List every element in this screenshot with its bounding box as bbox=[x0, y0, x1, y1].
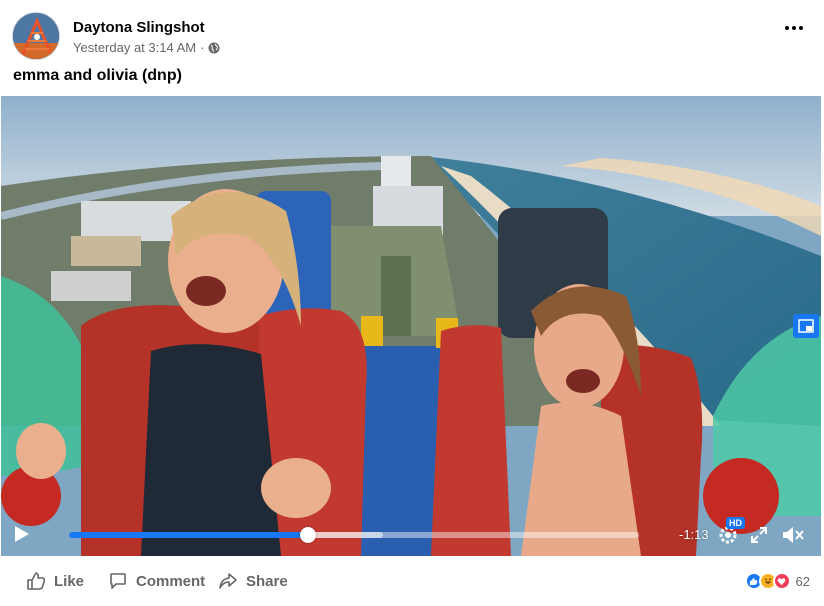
scrubber-knob[interactable] bbox=[300, 527, 317, 543]
dot-icon bbox=[799, 26, 803, 30]
globe-icon bbox=[208, 42, 220, 53]
play-icon[interactable] bbox=[15, 526, 29, 542]
post-caption: emma and olivia (dnp) bbox=[13, 67, 182, 84]
video-progress-bar[interactable] bbox=[69, 527, 639, 543]
volume-muted-icon[interactable] bbox=[781, 524, 805, 546]
heart-icon bbox=[777, 577, 786, 585]
share-label: Share bbox=[246, 572, 288, 590]
reaction-count: 62 bbox=[795, 573, 810, 589]
laughing-face-icon bbox=[764, 578, 771, 584]
comment-label: Comment bbox=[136, 572, 206, 590]
comment-button[interactable]: Comment bbox=[108, 571, 205, 591]
dot-icon bbox=[785, 26, 789, 30]
slingshot-logo-icon bbox=[13, 13, 59, 59]
page-avatar[interactable] bbox=[12, 12, 60, 60]
played-bar bbox=[69, 532, 309, 538]
share-arrow-icon bbox=[219, 573, 237, 589]
post-card: Daytona Slingshot Yesterday at 3:14 AM ·… bbox=[0, 0, 824, 606]
post-meta: Yesterday at 3:14 AM · bbox=[73, 40, 220, 55]
time-remaining: -1:13 bbox=[679, 527, 709, 542]
like-button[interactable]: Like bbox=[26, 571, 84, 591]
post-actions: Like Comment Share 62 bbox=[0, 556, 824, 606]
picture-in-picture-icon[interactable] bbox=[793, 314, 819, 338]
fullscreen-icon[interactable] bbox=[749, 525, 769, 545]
reactions-summary[interactable]: 62 bbox=[744, 572, 810, 590]
comment-bubble-icon bbox=[110, 573, 126, 589]
love-reaction-icon bbox=[772, 572, 791, 590]
video-player[interactable]: -1:13 HD bbox=[1, 96, 821, 556]
dot-icon bbox=[792, 26, 796, 30]
like-label: Like bbox=[54, 572, 85, 590]
video-controls: -1:13 HD bbox=[1, 512, 821, 556]
pip-glyph-icon bbox=[798, 319, 814, 333]
post-timestamp[interactable]: Yesterday at 3:14 AM bbox=[73, 40, 196, 55]
more-options-button[interactable] bbox=[782, 16, 806, 40]
post-header: Daytona Slingshot Yesterday at 3:14 AM · bbox=[12, 12, 812, 62]
share-button[interactable]: Share bbox=[218, 571, 288, 591]
thumbs-up-mini-icon bbox=[749, 577, 758, 585]
meta-separator: · bbox=[200, 40, 205, 55]
thumbs-up-icon bbox=[27, 572, 46, 590]
hd-badge: HD bbox=[726, 517, 745, 529]
page-name[interactable]: Daytona Slingshot bbox=[73, 19, 205, 36]
video-frame bbox=[1, 96, 821, 556]
